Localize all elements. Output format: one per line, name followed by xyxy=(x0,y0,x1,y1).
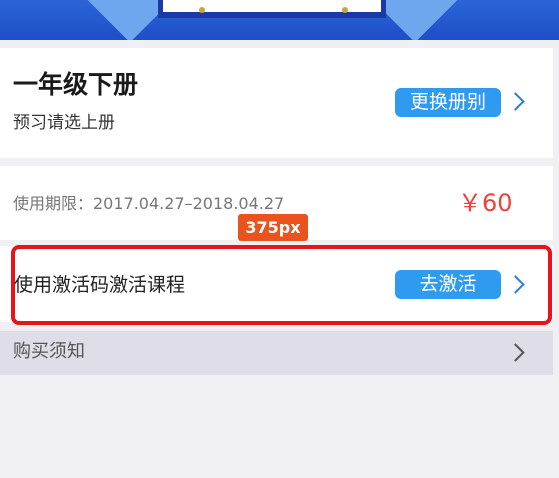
change-volume-button[interactable]: 更换册别 xyxy=(395,88,501,117)
activation-label: 使用激活码激活课程 xyxy=(14,274,186,296)
price-value: ￥60 xyxy=(458,189,513,217)
grade-subtitle: 预习请选上册 xyxy=(13,113,115,133)
course-banner xyxy=(0,0,559,40)
width-measure-badge: 375px xyxy=(238,214,308,241)
banner-dot xyxy=(199,7,205,13)
banner-book-image xyxy=(163,0,381,12)
validity-period: 使用期限：2017.04.27–2018.04.27 xyxy=(13,194,285,213)
activate-button[interactable]: 去激活 xyxy=(395,270,501,299)
banner-dot xyxy=(342,7,348,13)
grade-title: 一年级下册 xyxy=(13,70,139,99)
purchase-notice-label: 购买须知 xyxy=(13,341,85,362)
